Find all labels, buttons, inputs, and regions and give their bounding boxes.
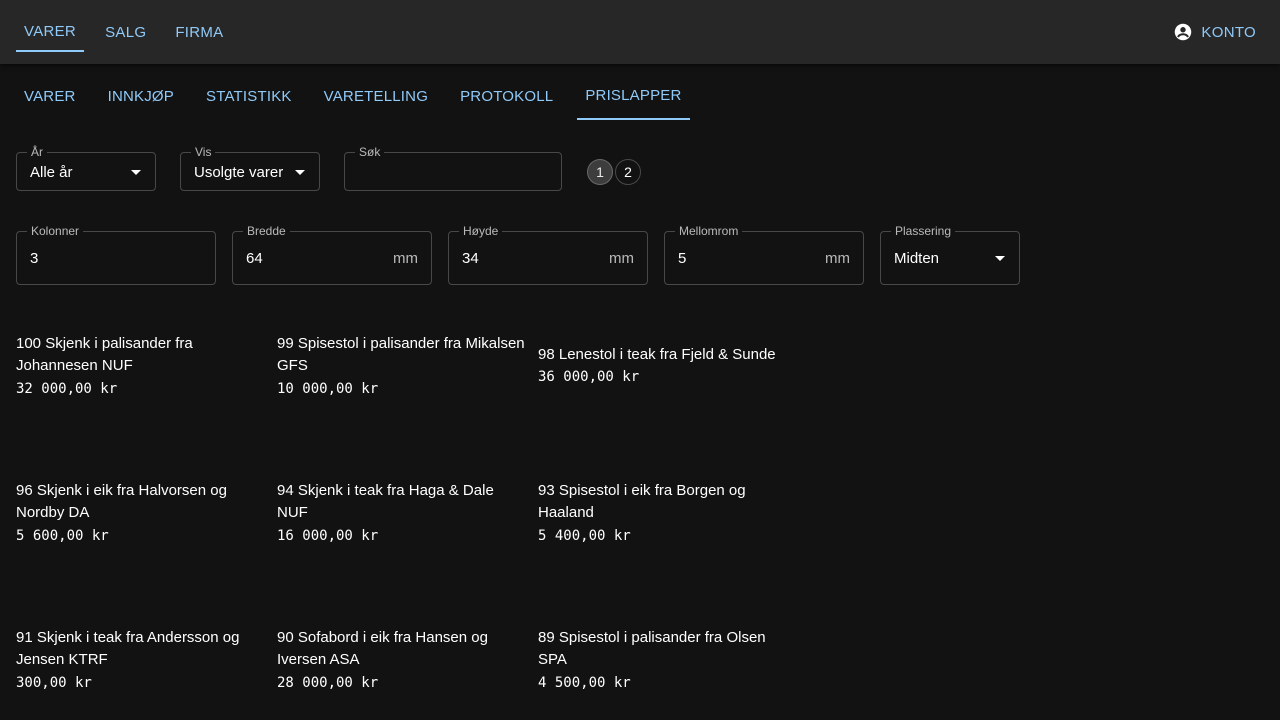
top-nav: VARER SALG FIRMA <box>16 0 244 64</box>
chevron-down-icon <box>995 256 1005 261</box>
price-label-price: 32 000,00 kr <box>16 380 118 397</box>
price-label-title: 89 Spisestol i palisander fra Olsen SPA <box>538 628 766 669</box>
tab-varetelling[interactable]: VARETELLING <box>316 72 436 120</box>
height-value: 34 <box>462 250 479 267</box>
tab-protokoll[interactable]: PROTOKOLL <box>452 72 561 120</box>
page-button-1[interactable]: 1 <box>587 159 613 185</box>
width-field[interactable]: Bredde 64 mm <box>232 224 432 285</box>
price-label-title: 100 Skjenk i palisander fra Johannesen N… <box>16 334 193 375</box>
topnav-varer[interactable]: VARER <box>16 0 85 64</box>
price-label-title: 96 Skjenk i eik fra Halvorsen og Nordby … <box>16 481 227 522</box>
chevron-down-icon <box>131 170 141 175</box>
show-select[interactable]: Vis Usolgte varer <box>180 145 320 191</box>
placement-value: Midten <box>894 250 940 267</box>
width-label: Bredde <box>243 224 290 238</box>
year-select-value: Alle år <box>30 164 73 181</box>
width-value: 64 <box>246 250 263 267</box>
price-label-title: 94 Skjenk i teak fra Haga & Dale NUF <box>277 481 494 522</box>
account-label: KONTO <box>1201 23 1256 41</box>
price-label: 90 Sofabord i eik fra Hansen og Iversen … <box>277 610 527 710</box>
tab-innkjop[interactable]: INNKJØP <box>100 72 182 120</box>
price-label: 91 Skjenk i teak fra Andersson og Jensen… <box>16 610 266 710</box>
search-input[interactable]: Søk <box>344 145 562 191</box>
price-label-price: 4 500,00 kr <box>538 674 631 691</box>
price-label-price: 36 000,00 kr <box>538 369 640 386</box>
page-button-2[interactable]: 2 <box>615 159 641 185</box>
placement-label: Plassering <box>891 224 956 238</box>
tab-varer[interactable]: VARER <box>16 72 84 120</box>
columns-field[interactable]: Kolonner 3 <box>16 224 216 285</box>
tab-prislapper[interactable]: PRISLAPPER <box>577 72 690 120</box>
price-label-price: 10 000,00 kr <box>277 380 379 397</box>
price-label-price: 300,00 kr <box>16 674 92 691</box>
chevron-down-icon <box>295 170 305 175</box>
price-label-price: 16 000,00 kr <box>277 527 379 544</box>
price-label: 96 Skjenk i eik fra Halvorsen og Nordby … <box>16 463 266 563</box>
price-label: 99 Spisestol i palisander fra Mikalsen G… <box>277 316 527 416</box>
price-label-price: 28 000,00 kr <box>277 674 379 691</box>
price-label: 100 Skjenk i palisander fra Johannesen N… <box>16 316 266 416</box>
height-unit: mm <box>609 250 634 267</box>
price-label: 93 Spisestol i eik fra Borgen og Haaland… <box>538 463 788 563</box>
height-field[interactable]: Høyde 34 mm <box>448 224 648 285</box>
price-label: 98 Lenestol i teak fra Fjeld & Sunde 36 … <box>538 316 788 416</box>
columns-value: 3 <box>30 250 39 267</box>
height-label: Høyde <box>459 224 503 238</box>
price-label-title: 99 Spisestol i palisander fra Mikalsen G… <box>277 334 525 375</box>
spacing-unit: mm <box>825 250 850 267</box>
price-label-price: 5 600,00 kr <box>16 527 109 544</box>
price-label: 94 Skjenk i teak fra Haga & Dale NUF 16 … <box>277 463 527 563</box>
sub-tabs: VARER INNKJØP STATISTIKK VARETELLING PRO… <box>16 72 706 120</box>
spacing-label: Mellomrom <box>675 224 743 238</box>
columns-label: Kolonner <box>27 224 84 238</box>
price-label-title: 98 Lenestol i teak fra Fjeld & Sunde <box>538 345 776 363</box>
year-select-label: År <box>27 145 47 159</box>
price-label-price: 5 400,00 kr <box>538 527 631 544</box>
app-bar: VARER SALG FIRMA KONTO <box>0 0 1280 64</box>
price-label-title: 91 Skjenk i teak fra Andersson og Jensen… <box>16 628 240 669</box>
account-circle-icon <box>1174 23 1192 41</box>
price-label: 89 Spisestol i palisander fra Olsen SPA … <box>538 610 788 710</box>
price-label-title: 93 Spisestol i eik fra Borgen og Haaland <box>538 481 746 522</box>
topnav-firma[interactable]: FIRMA <box>167 0 231 64</box>
search-input-label: Søk <box>355 145 385 159</box>
topnav-salg[interactable]: SALG <box>97 0 154 64</box>
account-button[interactable]: KONTO <box>1166 14 1264 50</box>
pagination: 1 2 <box>587 159 643 185</box>
year-select[interactable]: År Alle år <box>16 145 156 191</box>
placement-select[interactable]: Plassering Midten <box>880 224 1020 285</box>
show-select-label: Vis <box>191 145 216 159</box>
price-label-title: 90 Sofabord i eik fra Hansen og Iversen … <box>277 628 488 669</box>
show-select-value: Usolgte varer <box>194 164 284 181</box>
spacing-field[interactable]: Mellomrom 5 mm <box>664 224 864 285</box>
tab-statistikk[interactable]: STATISTIKK <box>198 72 300 120</box>
width-unit: mm <box>393 250 418 267</box>
spacing-value: 5 <box>678 250 687 267</box>
